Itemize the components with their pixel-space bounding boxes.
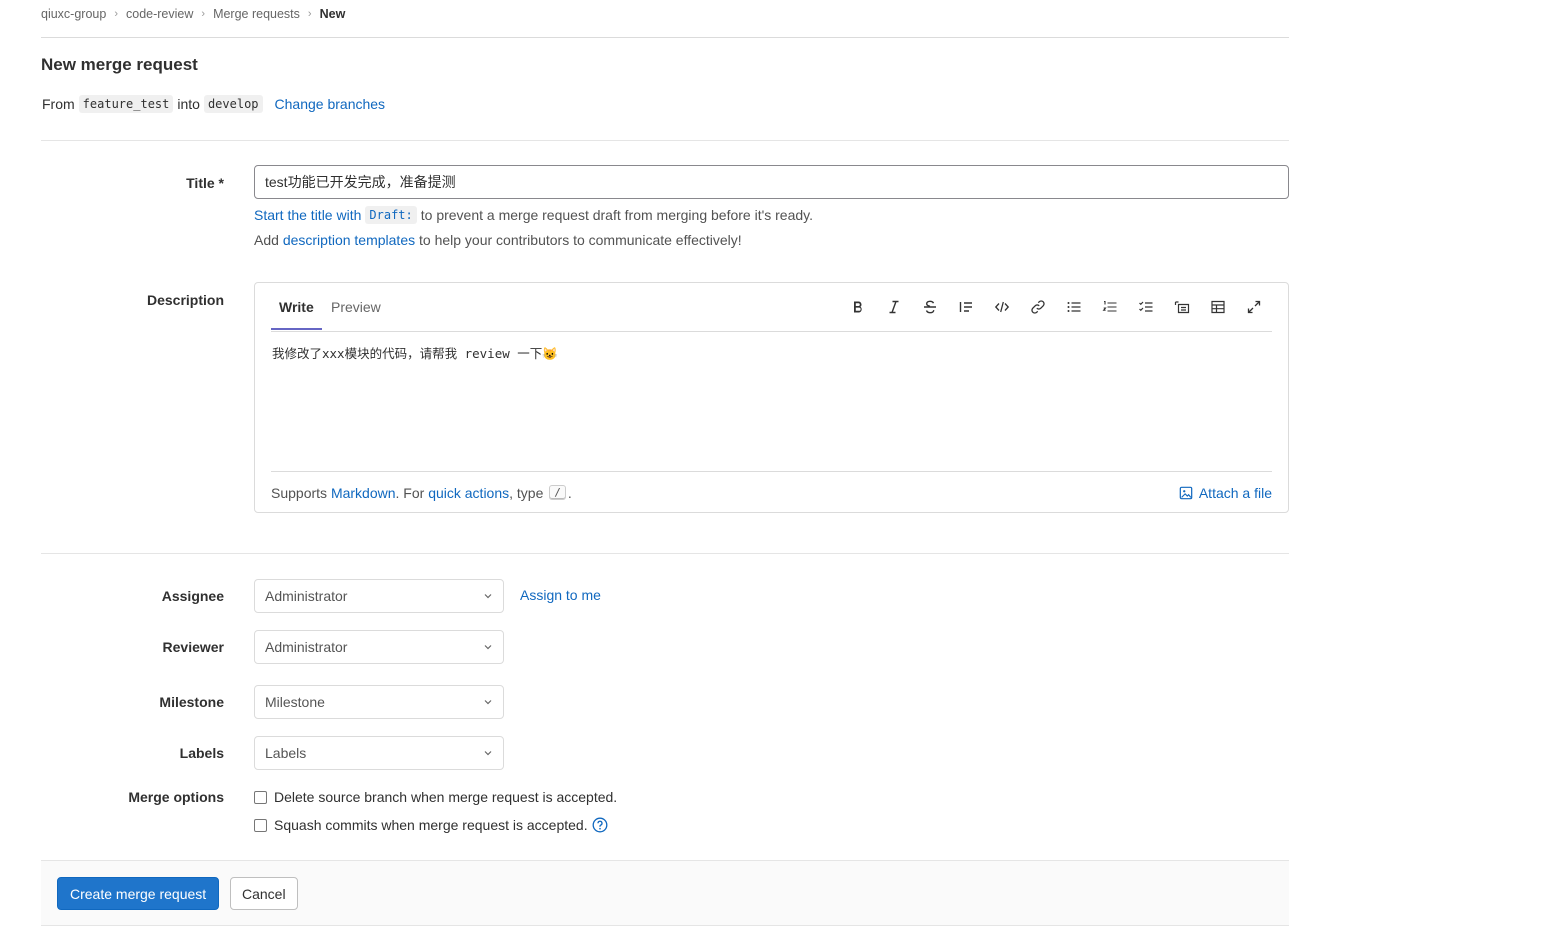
- image-icon: [1179, 486, 1193, 500]
- chevron-down-icon: [484, 700, 492, 705]
- branch-info: From feature_test into develop Change br…: [42, 95, 385, 113]
- squash-checkbox[interactable]: [254, 818, 267, 832]
- supports-text: Supports: [271, 484, 328, 501]
- breadcrumb-merge-requests[interactable]: Merge requests: [213, 7, 300, 21]
- divider: [41, 553, 1289, 554]
- squash-option: Squash commits when merge request is acc…: [254, 817, 608, 833]
- attach-file-button[interactable]: Attach a file: [1179, 485, 1272, 501]
- table-icon[interactable]: [1200, 295, 1236, 319]
- breadcrumb-group[interactable]: qiuxc-group: [41, 7, 106, 21]
- target-branch: develop: [203, 95, 263, 113]
- labels-label: Labels: [179, 745, 224, 761]
- change-branches-link[interactable]: Change branches: [275, 96, 386, 112]
- collapsible-icon[interactable]: [1164, 295, 1200, 319]
- title-label: Title *: [186, 175, 224, 191]
- tab-preview[interactable]: Preview: [331, 299, 381, 328]
- page-title: New merge request: [41, 55, 198, 74]
- description-templates-link[interactable]: description templates: [283, 232, 415, 248]
- draft-hint-link[interactable]: Start the title with: [254, 207, 361, 223]
- merge-options-label: Merge options: [128, 789, 224, 805]
- labels-value: Labels: [265, 745, 307, 761]
- italic-icon[interactable]: [876, 295, 912, 319]
- templates-hint: Add description templates to help your c…: [254, 232, 742, 248]
- attach-file-label: Attach a file: [1198, 485, 1272, 501]
- assign-to-me-link[interactable]: Assign to me: [520, 587, 601, 603]
- reviewer-label: Reviewer: [162, 639, 224, 655]
- draft-hint-text: to prevent a merge request draft from me…: [420, 207, 814, 223]
- description-textarea[interactable]: 我修改了xxx模块的代码，请帮我 review 一下😺: [272, 343, 1262, 463]
- templates-suffix: to help your contributors to communicate…: [419, 232, 742, 248]
- fullscreen-icon[interactable]: [1236, 295, 1272, 319]
- cancel-button[interactable]: Cancel: [230, 877, 298, 910]
- delete-source-label[interactable]: Delete source branch when merge request …: [274, 789, 617, 805]
- assignee-select[interactable]: Administrator: [254, 579, 504, 613]
- merge-request-form-page: qiuxc-group › code-review › Merge reques…: [41, 0, 1289, 926]
- reviewer-select[interactable]: Administrator: [254, 630, 504, 664]
- from-label: From: [42, 96, 75, 112]
- breadcrumb: qiuxc-group › code-review › Merge reques…: [41, 0, 1289, 38]
- draft-hint: Start the title with Draft: to prevent a…: [254, 206, 813, 224]
- form-actions: Create merge request Cancel: [41, 860, 1289, 926]
- breadcrumb-current[interactable]: New: [320, 7, 346, 21]
- description-label: Description: [146, 292, 224, 308]
- code-icon[interactable]: [984, 295, 1020, 319]
- chevron-right-icon: ›: [201, 7, 206, 20]
- templates-prefix: Add: [254, 232, 279, 248]
- for-text: . For: [395, 484, 425, 501]
- link-icon[interactable]: [1020, 295, 1056, 319]
- reviewer-value: Administrator: [265, 639, 348, 655]
- source-branch: feature_test: [78, 95, 174, 113]
- milestone-label: Milestone: [159, 694, 224, 710]
- markdown-link[interactable]: Markdown: [331, 485, 396, 501]
- description-footer: Supports Markdown . For quick actions , …: [271, 471, 1272, 513]
- assignee-label: Assignee: [161, 588, 224, 604]
- chevron-right-icon: ›: [307, 7, 312, 20]
- breadcrumb-project[interactable]: code-review: [126, 7, 193, 21]
- into-label: into: [177, 96, 200, 112]
- title-input[interactable]: [254, 165, 1289, 199]
- markdown-toolbar: [840, 295, 1272, 319]
- numbered-list-icon[interactable]: [1092, 295, 1128, 319]
- delete-source-checkbox[interactable]: [254, 790, 267, 804]
- description-tabs: Write Preview: [271, 283, 1272, 332]
- divider: [41, 140, 1289, 141]
- delete-source-option: Delete source branch when merge request …: [254, 789, 617, 805]
- squash-label[interactable]: Squash commits when merge request is acc…: [274, 817, 588, 833]
- assignee-value: Administrator: [265, 588, 348, 604]
- description-editor: Write Preview 我修改了xxx模块的代码，请帮我 review 一下…: [254, 282, 1289, 513]
- dot-text: .: [567, 484, 572, 501]
- draft-code[interactable]: Draft:: [365, 206, 417, 224]
- milestone-value: Milestone: [265, 694, 325, 710]
- task-list-icon[interactable]: [1128, 295, 1164, 319]
- quote-icon[interactable]: [948, 295, 984, 319]
- slash-key: /: [549, 485, 566, 500]
- milestone-select[interactable]: Milestone: [254, 685, 504, 719]
- create-merge-request-button[interactable]: Create merge request: [57, 877, 220, 910]
- strikethrough-icon[interactable]: [912, 295, 948, 319]
- chevron-down-icon: [484, 645, 492, 650]
- bullet-list-icon[interactable]: [1056, 295, 1092, 319]
- chevron-down-icon: [484, 594, 492, 599]
- chevron-right-icon: ›: [114, 7, 118, 20]
- tab-write[interactable]: Write: [271, 299, 322, 330]
- type-text: , type: [509, 484, 544, 501]
- labels-select[interactable]: Labels: [254, 736, 504, 770]
- quick-actions-link[interactable]: quick actions: [428, 485, 509, 501]
- question-icon[interactable]: [592, 817, 608, 833]
- bold-icon[interactable]: [840, 295, 876, 319]
- chevron-down-icon: [484, 751, 492, 756]
